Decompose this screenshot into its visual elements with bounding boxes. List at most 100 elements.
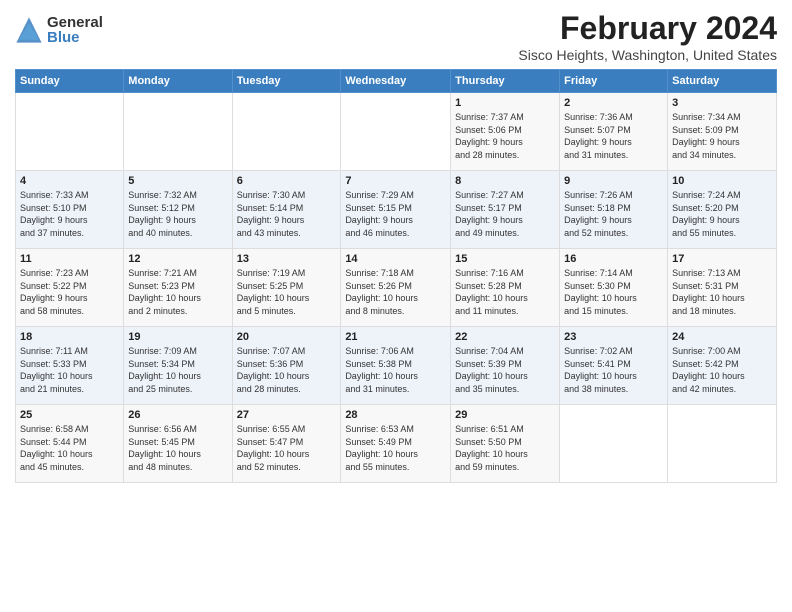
- week-row-1: 1 Sunrise: 7:37 AM Sunset: 5:06 PM Daylig…: [16, 93, 777, 171]
- col-monday: Monday: [124, 70, 232, 93]
- week-row-3: 11 Sunrise: 7:23 AM Sunset: 5:22 PM Dayli…: [16, 249, 777, 327]
- day-number: 2: [564, 97, 663, 109]
- day-info: Sunrise: 7:00 AM Sunset: 5:42 PM Dayligh…: [672, 345, 772, 395]
- day-number: 17: [672, 253, 772, 265]
- day-info: Sunrise: 7:26 AM Sunset: 5:18 PM Dayligh…: [564, 189, 663, 239]
- calendar-cell: [341, 93, 451, 171]
- day-number: 1: [455, 97, 555, 109]
- day-number: 21: [345, 331, 446, 343]
- calendar-cell: 13 Sunrise: 7:19 AM Sunset: 5:25 PM Dayli…: [232, 249, 341, 327]
- day-number: 14: [345, 253, 446, 265]
- col-saturday: Saturday: [668, 70, 777, 93]
- day-number: 18: [20, 331, 119, 343]
- col-wednesday: Wednesday: [341, 70, 451, 93]
- day-info: Sunrise: 7:09 AM Sunset: 5:34 PM Dayligh…: [128, 345, 227, 395]
- main-title: February 2024: [518, 10, 777, 47]
- calendar-cell: 22 Sunrise: 7:04 AM Sunset: 5:39 PM Dayli…: [451, 327, 560, 405]
- day-number: 28: [345, 409, 446, 421]
- day-info: Sunrise: 7:30 AM Sunset: 5:14 PM Dayligh…: [237, 189, 337, 239]
- day-number: 27: [237, 409, 337, 421]
- calendar-cell: [668, 405, 777, 483]
- day-number: 4: [20, 175, 119, 187]
- day-number: 5: [128, 175, 227, 187]
- calendar-cell: 8 Sunrise: 7:27 AM Sunset: 5:17 PM Daylig…: [451, 171, 560, 249]
- calendar-cell: 27 Sunrise: 6:55 AM Sunset: 5:47 PM Dayli…: [232, 405, 341, 483]
- calendar-cell: 24 Sunrise: 7:00 AM Sunset: 5:42 PM Dayli…: [668, 327, 777, 405]
- day-info: Sunrise: 7:18 AM Sunset: 5:26 PM Dayligh…: [345, 267, 446, 317]
- day-info: Sunrise: 6:51 AM Sunset: 5:50 PM Dayligh…: [455, 423, 555, 473]
- day-info: Sunrise: 6:55 AM Sunset: 5:47 PM Dayligh…: [237, 423, 337, 473]
- day-number: 22: [455, 331, 555, 343]
- col-sunday: Sunday: [16, 70, 124, 93]
- calendar-cell: 25 Sunrise: 6:58 AM Sunset: 5:44 PM Dayli…: [16, 405, 124, 483]
- calendar-cell: 18 Sunrise: 7:11 AM Sunset: 5:33 PM Dayli…: [16, 327, 124, 405]
- week-row-2: 4Sunrise: 7:33 AM Sunset: 5:10 PM Daylig…: [16, 171, 777, 249]
- day-number: 8: [455, 175, 555, 187]
- calendar-cell: [560, 405, 668, 483]
- day-info: Sunrise: 7:14 AM Sunset: 5:30 PM Dayligh…: [564, 267, 663, 317]
- calendar-cell: 23 Sunrise: 7:02 AM Sunset: 5:41 PM Dayli…: [560, 327, 668, 405]
- calendar-cell: 28 Sunrise: 6:53 AM Sunset: 5:49 PM Dayli…: [341, 405, 451, 483]
- day-info: Sunrise: 7:16 AM Sunset: 5:28 PM Dayligh…: [455, 267, 555, 317]
- logo-blue: Blue: [47, 30, 103, 45]
- calendar-cell: [232, 93, 341, 171]
- day-info: Sunrise: 6:56 AM Sunset: 5:45 PM Dayligh…: [128, 423, 227, 473]
- calendar-cell: 19 Sunrise: 7:09 AM Sunset: 5:34 PM Dayli…: [124, 327, 232, 405]
- day-number: 24: [672, 331, 772, 343]
- day-number: 16: [564, 253, 663, 265]
- logo-icon: [15, 16, 43, 44]
- day-number: 3: [672, 97, 772, 109]
- day-info: Sunrise: 7:29 AM Sunset: 5:15 PM Dayligh…: [345, 189, 446, 239]
- col-friday: Friday: [560, 70, 668, 93]
- day-info: Sunrise: 7:06 AM Sunset: 5:38 PM Dayligh…: [345, 345, 446, 395]
- day-number: 23: [564, 331, 663, 343]
- day-info: Sunrise: 7:24 AM Sunset: 5:20 PM Dayligh…: [672, 189, 772, 239]
- calendar-cell: 21 Sunrise: 7:06 AM Sunset: 5:38 PM Dayli…: [341, 327, 451, 405]
- day-info: Sunrise: 7:32 AM Sunset: 5:12 PM Dayligh…: [128, 189, 227, 239]
- week-row-4: 18 Sunrise: 7:11 AM Sunset: 5:33 PM Dayli…: [16, 327, 777, 405]
- calendar-cell: 15 Sunrise: 7:16 AM Sunset: 5:28 PM Dayli…: [451, 249, 560, 327]
- day-info: Sunrise: 6:58 AM Sunset: 5:44 PM Dayligh…: [20, 423, 119, 473]
- day-number: 20: [237, 331, 337, 343]
- calendar-cell: [124, 93, 232, 171]
- day-info: Sunrise: 7:37 AM Sunset: 5:06 PM Dayligh…: [455, 111, 555, 161]
- week-row-5: 25 Sunrise: 6:58 AM Sunset: 5:44 PM Dayli…: [16, 405, 777, 483]
- day-number: 13: [237, 253, 337, 265]
- calendar-cell: 2Sunrise: 7:36 AM Sunset: 5:07 PM Daylig…: [560, 93, 668, 171]
- day-info: Sunrise: 7:04 AM Sunset: 5:39 PM Dayligh…: [455, 345, 555, 395]
- subtitle: Sisco Heights, Washington, United States: [518, 47, 777, 63]
- logo: General Blue: [15, 15, 103, 45]
- calendar-cell: 1 Sunrise: 7:37 AM Sunset: 5:06 PM Daylig…: [451, 93, 560, 171]
- logo-text: General Blue: [47, 15, 103, 45]
- calendar-cell: 10 Sunrise: 7:24 AM Sunset: 5:20 PM Dayli…: [668, 171, 777, 249]
- col-thursday: Thursday: [451, 70, 560, 93]
- calendar-cell: 17 Sunrise: 7:13 AM Sunset: 5:31 PM Dayli…: [668, 249, 777, 327]
- day-number: 25: [20, 409, 119, 421]
- day-number: 10: [672, 175, 772, 187]
- page-container: General Blue February 2024 Sisco Heights…: [0, 0, 792, 493]
- day-info: Sunrise: 7:11 AM Sunset: 5:33 PM Dayligh…: [20, 345, 119, 395]
- day-number: 15: [455, 253, 555, 265]
- calendar-cell: 29Sunrise: 6:51 AM Sunset: 5:50 PM Dayli…: [451, 405, 560, 483]
- day-info: Sunrise: 7:23 AM Sunset: 5:22 PM Dayligh…: [20, 267, 119, 317]
- day-info: Sunrise: 7:27 AM Sunset: 5:17 PM Dayligh…: [455, 189, 555, 239]
- day-number: 12: [128, 253, 227, 265]
- header-row: Sunday Monday Tuesday Wednesday Thursday…: [16, 70, 777, 93]
- calendar-cell: 6Sunrise: 7:30 AM Sunset: 5:14 PM Daylig…: [232, 171, 341, 249]
- day-number: 26: [128, 409, 227, 421]
- day-info: Sunrise: 6:53 AM Sunset: 5:49 PM Dayligh…: [345, 423, 446, 473]
- calendar-cell: 12Sunrise: 7:21 AM Sunset: 5:23 PM Dayli…: [124, 249, 232, 327]
- calendar-cell: 11 Sunrise: 7:23 AM Sunset: 5:22 PM Dayli…: [16, 249, 124, 327]
- calendar-cell: 7 Sunrise: 7:29 AM Sunset: 5:15 PM Daylig…: [341, 171, 451, 249]
- header: General Blue February 2024 Sisco Heights…: [15, 10, 777, 63]
- day-info: Sunrise: 7:19 AM Sunset: 5:25 PM Dayligh…: [237, 267, 337, 317]
- logo-general: General: [47, 15, 103, 30]
- day-info: Sunrise: 7:02 AM Sunset: 5:41 PM Dayligh…: [564, 345, 663, 395]
- day-number: 19: [128, 331, 227, 343]
- day-info: Sunrise: 7:13 AM Sunset: 5:31 PM Dayligh…: [672, 267, 772, 317]
- day-number: 11: [20, 253, 119, 265]
- day-number: 7: [345, 175, 446, 187]
- day-info: Sunrise: 7:34 AM Sunset: 5:09 PM Dayligh…: [672, 111, 772, 161]
- day-number: 9: [564, 175, 663, 187]
- calendar-cell: 26 Sunrise: 6:56 AM Sunset: 5:45 PM Dayli…: [124, 405, 232, 483]
